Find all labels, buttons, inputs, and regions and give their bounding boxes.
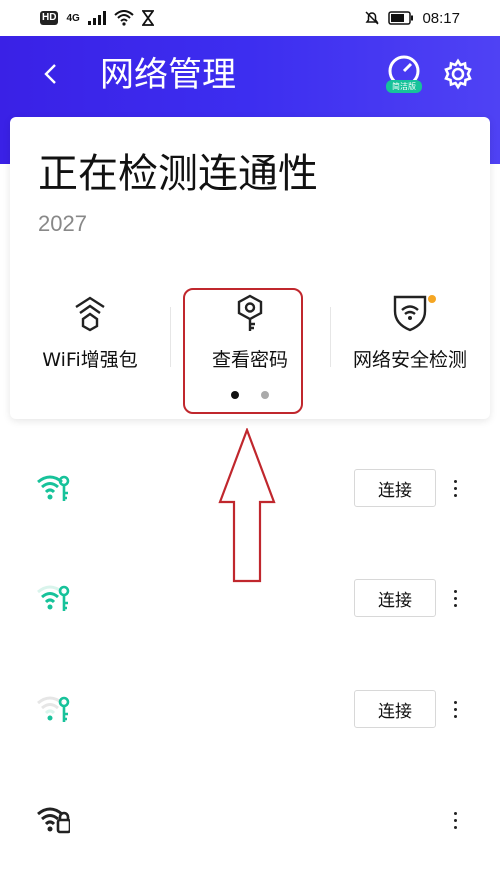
wifi-key-icon (37, 696, 70, 722)
hd-badge: HD (40, 11, 59, 25)
wifi-list-item[interactable]: 连接 (0, 458, 500, 518)
more-options-button[interactable] (445, 472, 465, 504)
more-dot (453, 700, 457, 704)
wifi-list-item[interactable]: 连接 (0, 679, 500, 739)
more-options-button[interactable] (445, 804, 465, 836)
more-dot (453, 603, 457, 607)
connect-button[interactable]: 连接 (354, 469, 436, 507)
security-check-label: 网络安全检测 (352, 349, 467, 371)
settings-button[interactable] (442, 58, 474, 90)
status-right: 08:17 (364, 10, 460, 27)
wifi-boost-icon (75, 296, 105, 332)
more-options-button[interactable] (445, 693, 465, 725)
wifi-boost-label: WiFi增强包 (42, 349, 138, 371)
wifi-list-item[interactable] (0, 790, 500, 850)
more-dot (453, 493, 457, 497)
back-button[interactable] (32, 56, 68, 92)
connect-button[interactable]: 连接 (354, 690, 436, 728)
security-check-button[interactable]: 网络安全检测 (330, 293, 490, 383)
clock: 08:17 (422, 9, 460, 27)
status-bar: HD 4G 08:17 (0, 0, 500, 36)
hourglass-icon (141, 10, 154, 26)
wifi-list-item[interactable]: 连接 (0, 568, 500, 628)
wifi-key-icon (37, 585, 70, 611)
signal-icon (87, 11, 106, 25)
more-dot (453, 486, 457, 490)
network-type: 4G (66, 12, 80, 24)
connectivity-status: 正在检测连通性 (38, 151, 318, 197)
more-dot (453, 707, 457, 711)
status-left: HD 4G (40, 10, 154, 26)
more-dot (453, 596, 457, 600)
battery-icon (388, 11, 414, 25)
bell-muted-icon (365, 11, 379, 25)
more-dot (453, 589, 457, 593)
speed-tag: 简洁版 (386, 80, 422, 93)
connect-button[interactable]: 连接 (354, 579, 436, 617)
chevron-left-icon (44, 64, 56, 84)
speed-test-button[interactable]: 简洁版 (384, 54, 424, 94)
annotation-highlight-box (183, 288, 303, 414)
status-subtitle: 2027 (38, 211, 87, 236)
wifi-status-icon (114, 10, 134, 26)
notification-dot (428, 295, 436, 303)
wifi-shield-icon (393, 295, 427, 332)
gear-icon (444, 58, 472, 90)
more-dot (453, 811, 457, 815)
wifi-lock-icon (37, 807, 70, 834)
wifi-key-icon (37, 475, 70, 501)
wifi-boost-button[interactable]: WiFi增强包 (10, 293, 170, 383)
page-title: 网络管理 (100, 55, 236, 95)
more-dot (453, 825, 457, 829)
more-options-button[interactable] (445, 582, 465, 614)
more-dot (453, 714, 457, 718)
more-dot (453, 818, 457, 822)
more-dot (453, 479, 457, 483)
